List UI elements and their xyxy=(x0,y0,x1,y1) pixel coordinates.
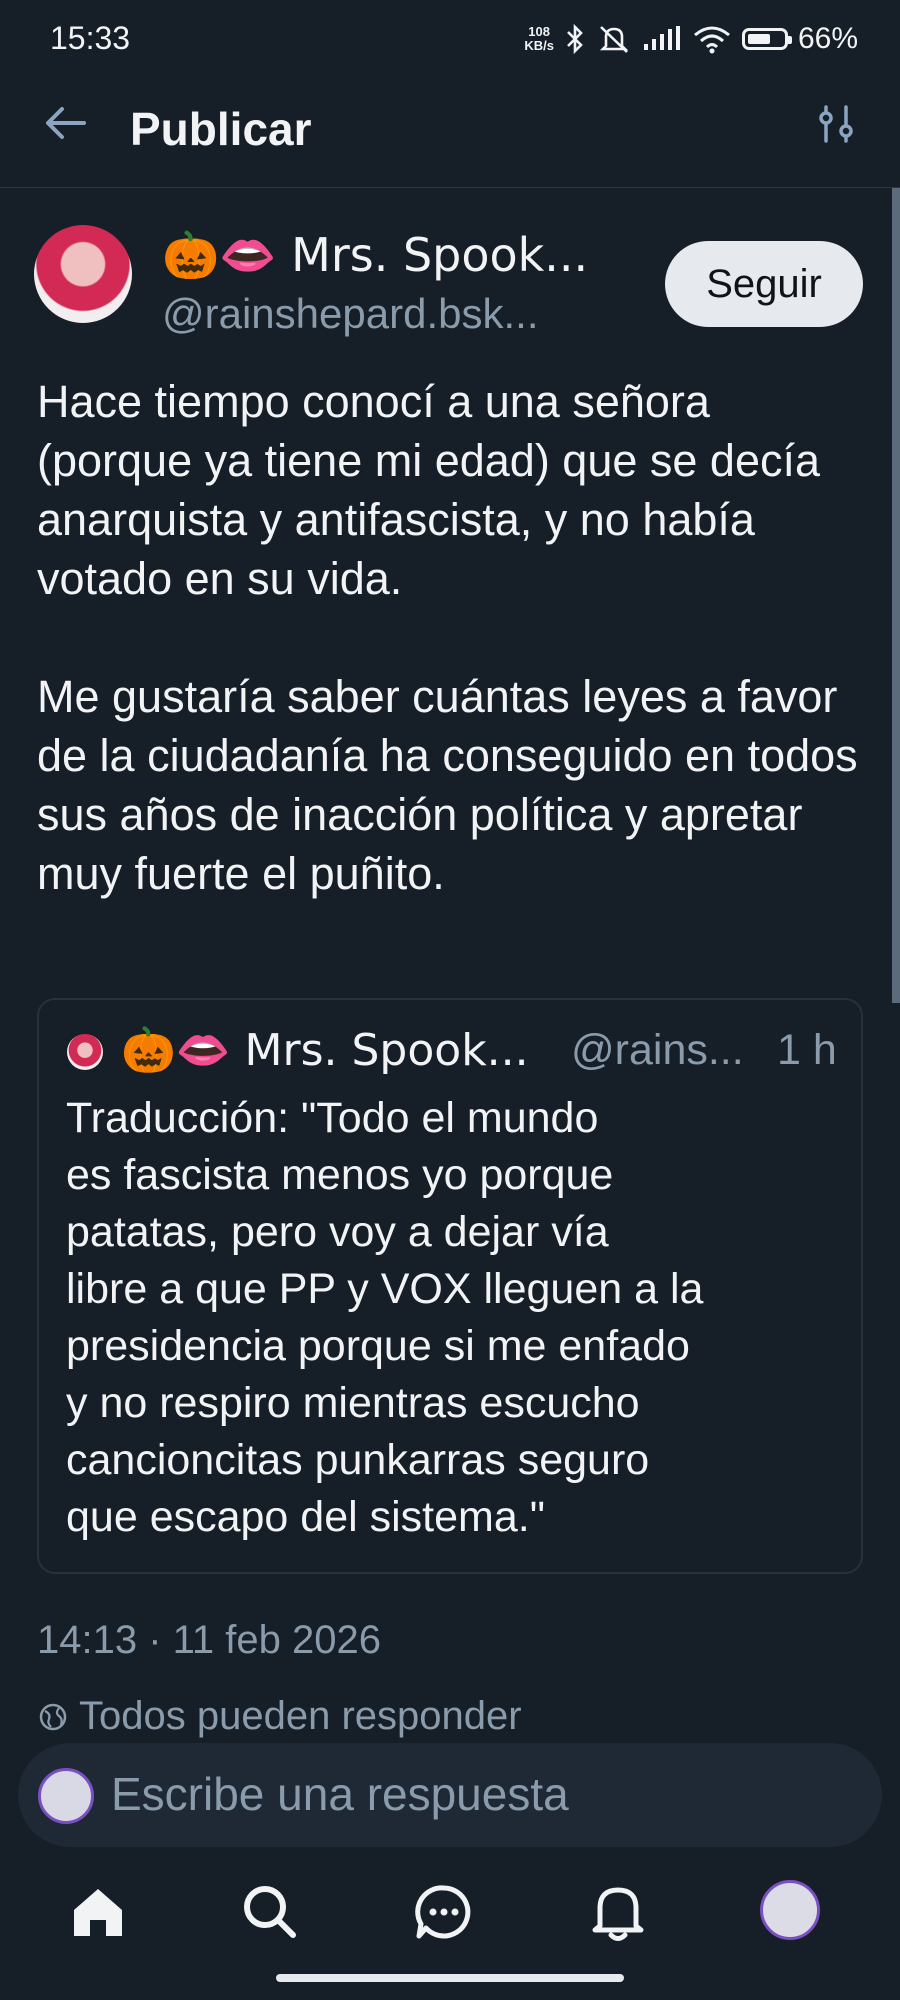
profile-avatar[interactable] xyxy=(760,1880,824,1944)
bluetooth-icon xyxy=(567,24,583,54)
header-divider xyxy=(0,187,900,188)
quote-avatar xyxy=(67,1034,103,1070)
search-icon[interactable] xyxy=(238,1880,302,1944)
status-time: 15:33 xyxy=(50,20,131,56)
reply-composer[interactable]: Escribe una respuesta xyxy=(18,1743,882,1847)
post-timestamp: 14:13 · 11 feb 2026 xyxy=(37,1618,381,1662)
follow-button[interactable]: Seguir xyxy=(665,241,863,327)
quote-text: Traducción: "Todo el mundo es fascista m… xyxy=(66,1094,704,1541)
globe-icon xyxy=(39,1703,67,1730)
author-name[interactable]: 🎃👄 Mrs. Spook... xyxy=(162,228,588,283)
quote-author-name: 🎃👄 Mrs. Spook... xyxy=(121,1024,529,1076)
author-handle[interactable]: @rainshepard.bsk... xyxy=(162,290,538,338)
battery-icon xyxy=(741,28,792,50)
reply-avatar xyxy=(38,1768,94,1824)
bottom-nav xyxy=(0,1858,900,1978)
author-avatar[interactable] xyxy=(34,225,132,323)
battery-percent: 66% xyxy=(797,22,858,55)
page-title: Publicar xyxy=(130,103,312,155)
quoted-post[interactable]: 🎃👄 Mrs. Spook... @rains... 1 h Traducció… xyxy=(37,998,863,1574)
wifi-icon xyxy=(694,26,730,54)
quote-author-handle: @rains... xyxy=(571,1026,744,1074)
author-name-text: 🎃👄 Mrs. Spook... xyxy=(162,228,589,282)
mute-icon xyxy=(599,26,629,53)
chat-icon[interactable] xyxy=(412,1880,476,1944)
battery-fill xyxy=(747,34,771,44)
network-speed: 108 KB/s xyxy=(524,24,554,53)
signal-icon xyxy=(643,26,680,50)
settings-sliders-icon[interactable] xyxy=(816,104,856,144)
scrollbar[interactable] xyxy=(892,188,900,1003)
status-icons: 108 KB/s 66% xyxy=(524,22,858,56)
quote-time: 1 h xyxy=(777,1026,837,1074)
bell-icon[interactable] xyxy=(586,1880,650,1944)
quote-author-name-text: 🎃👄 Mrs. Spook... xyxy=(121,1025,529,1076)
post-text: Hace tiempo conocí a una señora (porque … xyxy=(37,376,858,899)
home-indicator[interactable] xyxy=(276,1974,624,1982)
profile-avatar-image xyxy=(760,1880,820,1940)
reply-permission-text: Todos pueden responder xyxy=(79,1694,522,1738)
reply-placeholder[interactable]: Escribe una respuesta xyxy=(111,1767,569,1821)
home-icon[interactable] xyxy=(66,1880,130,1944)
reply-permission: Todos pueden responder xyxy=(37,1694,522,1739)
back-arrow-icon[interactable] xyxy=(40,98,90,148)
